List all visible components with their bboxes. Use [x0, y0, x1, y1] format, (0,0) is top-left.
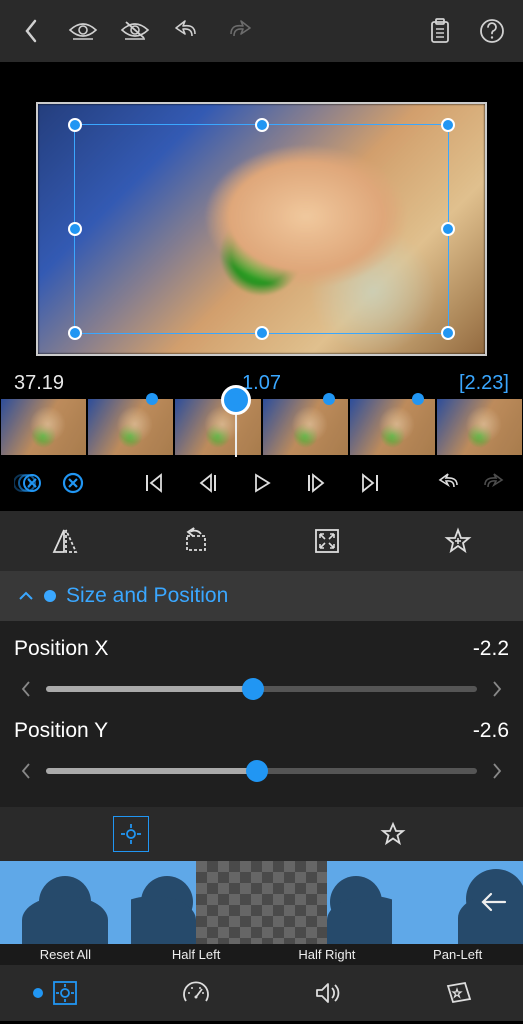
preset-category-position-icon[interactable] [113, 816, 149, 852]
undo-small-icon[interactable] [433, 466, 467, 500]
slider-thumb[interactable] [246, 760, 268, 782]
tab-effects-icon[interactable] [441, 976, 475, 1010]
handle-tr[interactable] [441, 118, 455, 132]
slider-value: -2.6 [473, 719, 509, 743]
redo-small-icon [475, 466, 509, 500]
tool-row [0, 511, 523, 571]
preset-label: Half Right [262, 944, 393, 965]
tab-position-icon[interactable] [48, 976, 82, 1010]
nudge-right-icon[interactable] [485, 751, 509, 791]
timeline-frame[interactable] [263, 399, 348, 455]
preset-label: Pan-Left [392, 944, 523, 965]
handle-bl[interactable] [68, 326, 82, 340]
step-back-icon[interactable] [191, 466, 225, 500]
transport-bar [0, 455, 523, 511]
keyframe-indicator-icon [44, 590, 56, 602]
slider-fill [46, 768, 257, 774]
step-forward-icon[interactable] [299, 466, 333, 500]
timeline-frame[interactable] [1, 399, 86, 455]
time-start: 37.19 [14, 372, 64, 395]
preset-reset-all[interactable]: Reset All [0, 861, 131, 965]
slider-track-posx[interactable] [46, 686, 477, 692]
eye-hidden-icon[interactable] [120, 16, 150, 46]
play-icon[interactable] [245, 466, 279, 500]
tab-speed-icon[interactable] [179, 976, 213, 1010]
preset-half-left[interactable]: Half Left [131, 861, 262, 965]
handle-tc[interactable] [255, 118, 269, 132]
rotate-icon[interactable] [179, 524, 213, 558]
transform-bounding-box[interactable] [74, 124, 450, 334]
help-icon[interactable] [477, 16, 507, 46]
keyframe-marker[interactable] [146, 393, 158, 405]
video-preview[interactable] [36, 102, 487, 356]
handle-mr[interactable] [441, 222, 455, 236]
slider-track-posy[interactable] [46, 768, 477, 774]
slider-row-posx: Position X -2.2 [0, 629, 523, 711]
section-title: Size and Position [66, 584, 228, 608]
delete-all-keyframes-icon[interactable] [14, 466, 48, 500]
preset-list: Reset All Half Left Half Right Pan-Left [0, 861, 523, 965]
star-add-icon[interactable] [441, 524, 475, 558]
slider-row-posy: Position Y -2.6 [0, 711, 523, 793]
slider-value: -2.2 [473, 637, 509, 661]
slider-thumb[interactable] [242, 678, 264, 700]
handle-tl[interactable] [68, 118, 82, 132]
section-header[interactable]: Size and Position [0, 571, 523, 621]
preview-area [0, 62, 523, 366]
tab-audio-icon[interactable] [310, 976, 344, 1010]
delete-keyframe-icon[interactable] [56, 466, 90, 500]
chevron-up-icon [18, 590, 34, 602]
handle-br[interactable] [441, 326, 455, 340]
properties-panel: Position X -2.2 Position Y -2.6 [0, 621, 523, 807]
clipboard-icon[interactable] [425, 16, 455, 46]
nudge-left-icon[interactable] [14, 751, 38, 791]
undo-icon[interactable] [172, 16, 202, 46]
top-toolbar [0, 0, 523, 62]
slider-fill [46, 686, 253, 692]
nudge-left-icon[interactable] [14, 669, 38, 709]
slider-label: Position X [14, 637, 109, 661]
time-readout: 37.19 1.07 [2.23] [0, 366, 523, 399]
preset-label: Reset All [0, 944, 131, 965]
timeline-strip[interactable] [0, 399, 523, 455]
timeline-frame[interactable] [350, 399, 435, 455]
fit-icon[interactable] [310, 524, 344, 558]
nudge-right-icon[interactable] [485, 669, 509, 709]
preset-label: Half Left [131, 944, 262, 965]
keyframe-marker[interactable] [229, 393, 241, 405]
preset-half-right[interactable]: Half Right [262, 861, 393, 965]
handle-ml[interactable] [68, 222, 82, 236]
go-start-icon[interactable] [137, 466, 171, 500]
keyframe-marker[interactable] [323, 393, 335, 405]
bottom-tab-bar [0, 965, 523, 1021]
arrow-left-icon [477, 890, 507, 914]
preset-category-favorites-icon[interactable] [376, 817, 410, 851]
preset-tab-row [0, 807, 523, 861]
back-icon[interactable] [16, 16, 46, 46]
keyframe-marker[interactable] [412, 393, 424, 405]
preset-pan-left[interactable]: Pan-Left [392, 861, 523, 965]
handle-bc[interactable] [255, 326, 269, 340]
timeline-frame[interactable] [437, 399, 522, 455]
time-total: [2.23] [459, 372, 509, 395]
flip-icon[interactable] [48, 524, 82, 558]
eye-visible-icon[interactable] [68, 16, 98, 46]
timeline-frame[interactable] [88, 399, 173, 455]
go-end-icon[interactable] [353, 466, 387, 500]
slider-label: Position Y [14, 719, 108, 743]
redo-icon [224, 16, 254, 46]
